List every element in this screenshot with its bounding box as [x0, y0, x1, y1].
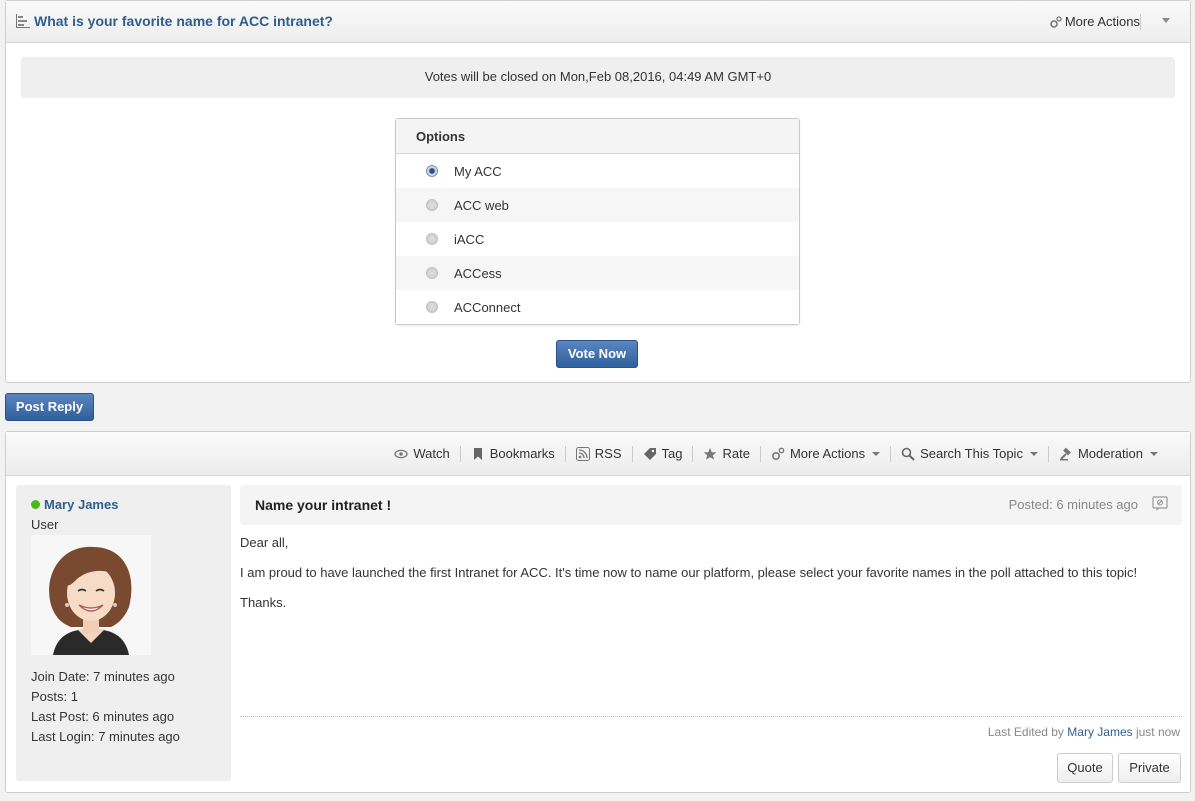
last-edited-suffix: just now: [1135, 725, 1180, 739]
options-list: My ACC ACC web iACC ACCess ACConnect: [396, 154, 799, 324]
user-card: Mary James User Join Date: 7 minutes ago…: [16, 485, 231, 781]
rss-icon: [575, 446, 590, 461]
poll-option-radio[interactable]: [426, 233, 438, 245]
poll-option-radio[interactable]: [426, 165, 438, 177]
poll-option-label: ACC web: [454, 197, 509, 213]
tag-label: Tag: [661, 446, 683, 461]
user-role: User: [31, 517, 59, 532]
poll-option[interactable]: ACConnect: [396, 290, 799, 324]
bookmarks-label: Bookmarks: [489, 446, 555, 461]
post-header: Name your intranet ! Posted: 6 minutes a…: [240, 485, 1182, 525]
gear-icon: [771, 447, 785, 460]
user-name-line: Mary James: [31, 497, 118, 512]
chevron-down-icon: [872, 451, 881, 456]
more-actions-button[interactable]: More Actions: [761, 446, 890, 461]
poll-option[interactable]: My ACC: [396, 154, 799, 188]
user-name-link[interactable]: Mary James: [44, 497, 118, 512]
poll-header: What is your favorite name for ACC intra…: [6, 1, 1190, 43]
user-stats: Join Date: 7 minutes ago Posts: 1 Last P…: [31, 667, 180, 747]
post-body: Dear all, I am proud to have launched th…: [240, 525, 1182, 613]
last-edited-note: Last Edited by Mary James just now: [988, 725, 1180, 739]
post-title: Name your intranet !: [255, 497, 392, 513]
poll-more-actions-button[interactable]: More Actions: [1050, 14, 1140, 29]
post-divider: [240, 716, 1182, 717]
gear-icon: [1050, 15, 1062, 28]
poll-option-label: My ACC: [454, 163, 502, 179]
rss-button[interactable]: RSS: [566, 446, 632, 461]
last-edited-user-link[interactable]: Mary James: [1067, 725, 1132, 739]
private-button[interactable]: Private: [1118, 753, 1181, 783]
poll-option-label: ACConnect: [454, 299, 521, 315]
post-date: Posted: 6 minutes ago: [1008, 497, 1138, 512]
search-icon: [901, 447, 915, 461]
quote-button[interactable]: Quote: [1057, 753, 1113, 783]
gavel-icon: [1059, 447, 1071, 460]
post-paragraph: Dear all,: [240, 535, 289, 550]
vote-close-notice: Votes will be closed on Mon,Feb 08,2016,…: [21, 57, 1175, 98]
moderation-button[interactable]: Moderation: [1049, 446, 1168, 461]
star-icon: [704, 447, 717, 460]
chevron-down-icon[interactable]: [1162, 18, 1170, 23]
bookmark-icon: [473, 447, 482, 460]
divider: [1140, 14, 1141, 30]
rate-button[interactable]: Rate: [693, 446, 759, 461]
poll-chart-icon: [16, 14, 30, 28]
poll-option-label: iACC: [454, 231, 485, 247]
watch-label: Watch: [413, 446, 450, 461]
last-edited-prefix: Last Edited by: [987, 725, 1064, 739]
chevron-down-icon: [1150, 451, 1158, 456]
tag-icon: [643, 447, 656, 460]
report-post-icon[interactable]: [1152, 496, 1168, 512]
rate-label: Rate: [722, 446, 750, 461]
chevron-down-icon: [1029, 451, 1038, 456]
poll-option-radio[interactable]: [426, 199, 438, 211]
poll-option-radio[interactable]: [426, 301, 438, 313]
user-join-date: Join Date: 7 minutes ago: [31, 669, 175, 684]
search-topic-button[interactable]: Search This Topic: [891, 446, 1048, 461]
poll-option-radio[interactable]: [426, 267, 438, 279]
poll-title: What is your favorite name for ACC intra…: [34, 13, 333, 29]
topic-panel: Watch Bookmarks RSS Tag Rate More Action…: [5, 431, 1191, 793]
poll-option[interactable]: ACC web: [396, 188, 799, 222]
rss-label: RSS: [594, 446, 622, 461]
user-last-post: Last Post: 6 minutes ago: [31, 709, 175, 724]
poll-option[interactable]: iACC: [396, 222, 799, 256]
search-topic-label: Search This Topic: [920, 446, 1023, 461]
post-paragraph: I am proud to have launched the first In…: [240, 565, 1138, 580]
post-area: Name your intranet ! Posted: 6 minutes a…: [240, 485, 1182, 623]
tag-button[interactable]: Tag: [633, 446, 693, 461]
online-status-icon: [31, 500, 40, 509]
post-reply-button[interactable]: Post Reply: [5, 393, 94, 421]
eye-icon: [394, 449, 409, 458]
avatar[interactable]: [31, 535, 151, 655]
moderation-label: Moderation: [1077, 446, 1143, 461]
poll-more-actions-label: More Actions: [1064, 14, 1140, 29]
more-actions-label: More Actions: [789, 446, 866, 461]
avatar-illustration: [31, 535, 151, 655]
user-last-login: Last Login: 7 minutes ago: [31, 729, 180, 744]
vote-now-button[interactable]: Vote Now: [556, 340, 638, 368]
options-header: Options: [396, 119, 799, 154]
post-paragraph: Thanks.: [240, 595, 287, 610]
poll-option[interactable]: ACCess: [396, 256, 799, 290]
topic-toolbar: Watch Bookmarks RSS Tag Rate More Action…: [6, 432, 1190, 476]
user-posts-count: Posts: 1: [31, 689, 78, 704]
bookmarks-button[interactable]: Bookmarks: [461, 446, 565, 461]
poll-panel: What is your favorite name for ACC intra…: [5, 0, 1191, 383]
poll-option-label: ACCess: [454, 265, 502, 281]
watch-button[interactable]: Watch: [384, 446, 459, 461]
poll-options-box: Options My ACC ACC web iACC ACCess ACConnect: [395, 118, 800, 325]
